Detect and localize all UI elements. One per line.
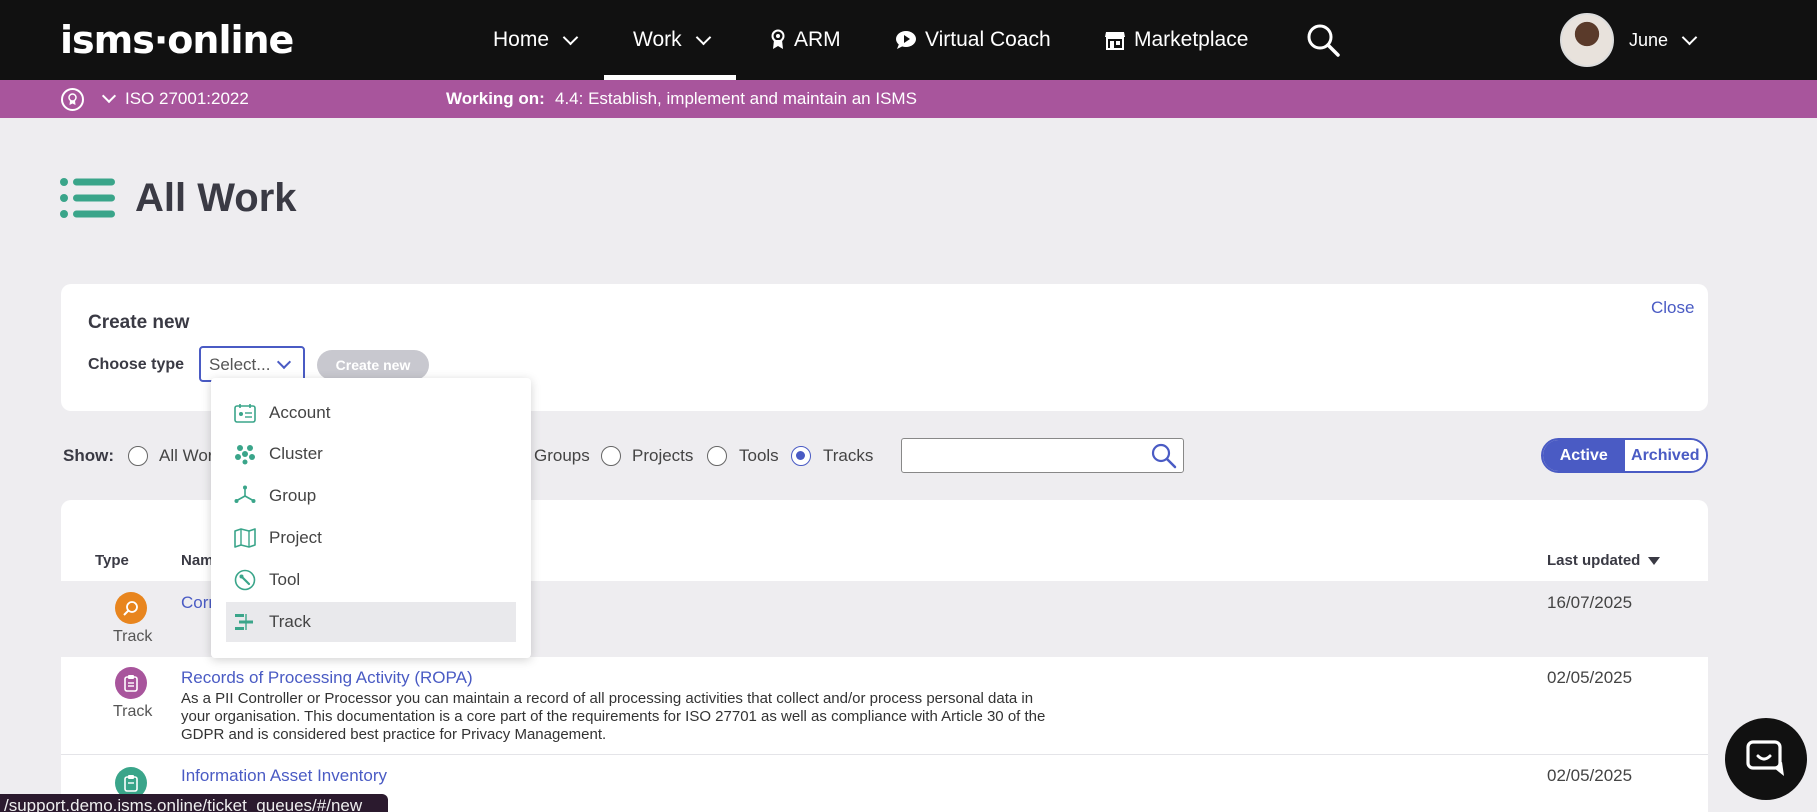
chat-support-button[interactable]	[1725, 718, 1807, 800]
active-toggle[interactable]: Active	[1543, 440, 1625, 471]
list-icon	[60, 178, 115, 218]
chat-icon	[1746, 740, 1784, 776]
option-label: Track	[269, 612, 311, 631]
type-dropdown-menu: Account Cluster Group Project Tool Track	[211, 378, 531, 658]
option-tool[interactable]: Tool	[226, 560, 516, 600]
search-input[interactable]	[901, 438, 1184, 473]
nav-virtual-coach-label: Virtual Coach	[925, 28, 1051, 51]
type-label: Track	[113, 628, 153, 645]
radio-groups-label[interactable]: Groups	[534, 446, 590, 466]
standard-selector[interactable]: ISO 27001:2022	[125, 89, 249, 109]
type-select-value: Select...	[209, 355, 271, 374]
option-project[interactable]: Project	[226, 518, 516, 558]
status-toggle: Active Archived	[1541, 438, 1708, 473]
radio-all-work[interactable]	[128, 446, 148, 466]
option-label: Tool	[269, 570, 301, 589]
radio-tools[interactable]	[707, 446, 727, 466]
option-account[interactable]: Account	[226, 393, 516, 433]
play-bubble-icon	[896, 31, 916, 49]
track-icon	[115, 592, 147, 624]
working-on-label: Working on:	[446, 89, 545, 108]
clipboard-icon	[115, 667, 147, 699]
chevron-down-icon	[695, 29, 711, 45]
search-button[interactable]	[1306, 0, 1340, 80]
radio-tools-label[interactable]: Tools	[739, 446, 779, 466]
header-last-updated-label: Last updated	[1547, 552, 1641, 569]
chevron-down-icon[interactable]	[101, 88, 117, 104]
chevron-down-icon	[1681, 29, 1698, 45]
table-row[interactable]: Track Records of Processing Activity (RO…	[61, 657, 1708, 754]
create-new-title: Create new	[88, 312, 190, 333]
radio-tracks-label[interactable]: Tracks	[823, 446, 873, 466]
type-label: Track	[113, 703, 153, 720]
tool-icon	[233, 568, 257, 592]
search-icon[interactable]	[1151, 443, 1177, 469]
top-nav: isms·online Home Work ARM Virtual Coach …	[0, 0, 1817, 80]
cluster-icon	[233, 442, 257, 466]
header-last-updated[interactable]: Last updated	[1547, 552, 1661, 569]
nav-virtual-coach[interactable]: Virtual Coach	[895, 0, 1051, 80]
choose-type-label: Choose type	[88, 356, 185, 373]
chevron-down-icon	[276, 354, 292, 370]
page-title: All Work	[135, 176, 297, 220]
row-name-link[interactable]: Records of Processing Activity (ROPA)	[181, 668, 473, 688]
archived-toggle[interactable]: Archived	[1624, 440, 1706, 471]
account-icon	[233, 401, 257, 425]
nav-marketplace[interactable]: Marketplace	[1104, 0, 1248, 80]
option-label: Project	[269, 528, 322, 547]
working-on-task[interactable]: 4.4: Establish, implement and maintain a…	[555, 89, 917, 109]
search-icon	[1307, 24, 1340, 57]
nav-work-label: Work	[633, 28, 682, 51]
nav-home[interactable]: Home	[493, 0, 579, 80]
create-new-button[interactable]: Create new	[317, 350, 429, 380]
context-bar: ISO 27001:2022 Working on: 4.4: Establis…	[0, 80, 1817, 118]
row-date: 02/05/2025	[1547, 668, 1633, 687]
close-link[interactable]: Close	[1651, 298, 1694, 318]
nav-arm[interactable]: ARM	[770, 0, 841, 80]
user-name: June	[1629, 29, 1669, 50]
nav-arm-label: ARM	[794, 28, 841, 51]
standard-badge-icon	[61, 88, 84, 111]
radio-projects[interactable]	[601, 446, 621, 466]
option-label: Account	[269, 403, 331, 422]
nav-home-label: Home	[493, 28, 550, 51]
award-icon	[771, 29, 785, 49]
radio-all-work-label[interactable]: All Wor	[159, 446, 213, 466]
option-group[interactable]: Group	[226, 476, 516, 516]
nav-marketplace-label: Marketplace	[1134, 28, 1249, 51]
sort-desc-icon	[1648, 557, 1661, 566]
avatar[interactable]	[1560, 13, 1614, 67]
store-icon	[1105, 32, 1125, 50]
chevron-down-icon	[562, 29, 579, 45]
option-track[interactable]: Track	[226, 602, 516, 642]
nav-work[interactable]: Work	[604, 0, 736, 80]
row-name-link[interactable]: Information Asset Inventory	[181, 766, 387, 786]
row-date: 02/05/2025	[1547, 766, 1633, 785]
type-select[interactable]: Select...	[199, 346, 305, 382]
logo[interactable]: isms·online	[60, 18, 294, 62]
show-label: Show:	[63, 446, 114, 465]
header-name[interactable]: Nam	[181, 552, 214, 569]
map-icon	[233, 526, 257, 550]
option-label: Cluster	[269, 444, 323, 463]
row-name-link[interactable]: Corr	[181, 593, 214, 613]
option-label: Group	[269, 486, 317, 505]
status-bar-url: /support.demo.isms.online/ticket_queues/…	[0, 794, 388, 812]
track-icon	[233, 610, 257, 634]
radio-tracks[interactable]	[791, 446, 811, 466]
group-icon	[233, 484, 257, 508]
user-menu[interactable]: June	[1629, 0, 1698, 80]
row-date: 16/07/2025	[1547, 593, 1633, 612]
radio-projects-label[interactable]: Projects	[632, 446, 693, 466]
row-description: As a PII Controller or Processor you can…	[181, 690, 1046, 743]
option-cluster[interactable]: Cluster	[226, 434, 516, 474]
header-type[interactable]: Type	[95, 552, 129, 569]
